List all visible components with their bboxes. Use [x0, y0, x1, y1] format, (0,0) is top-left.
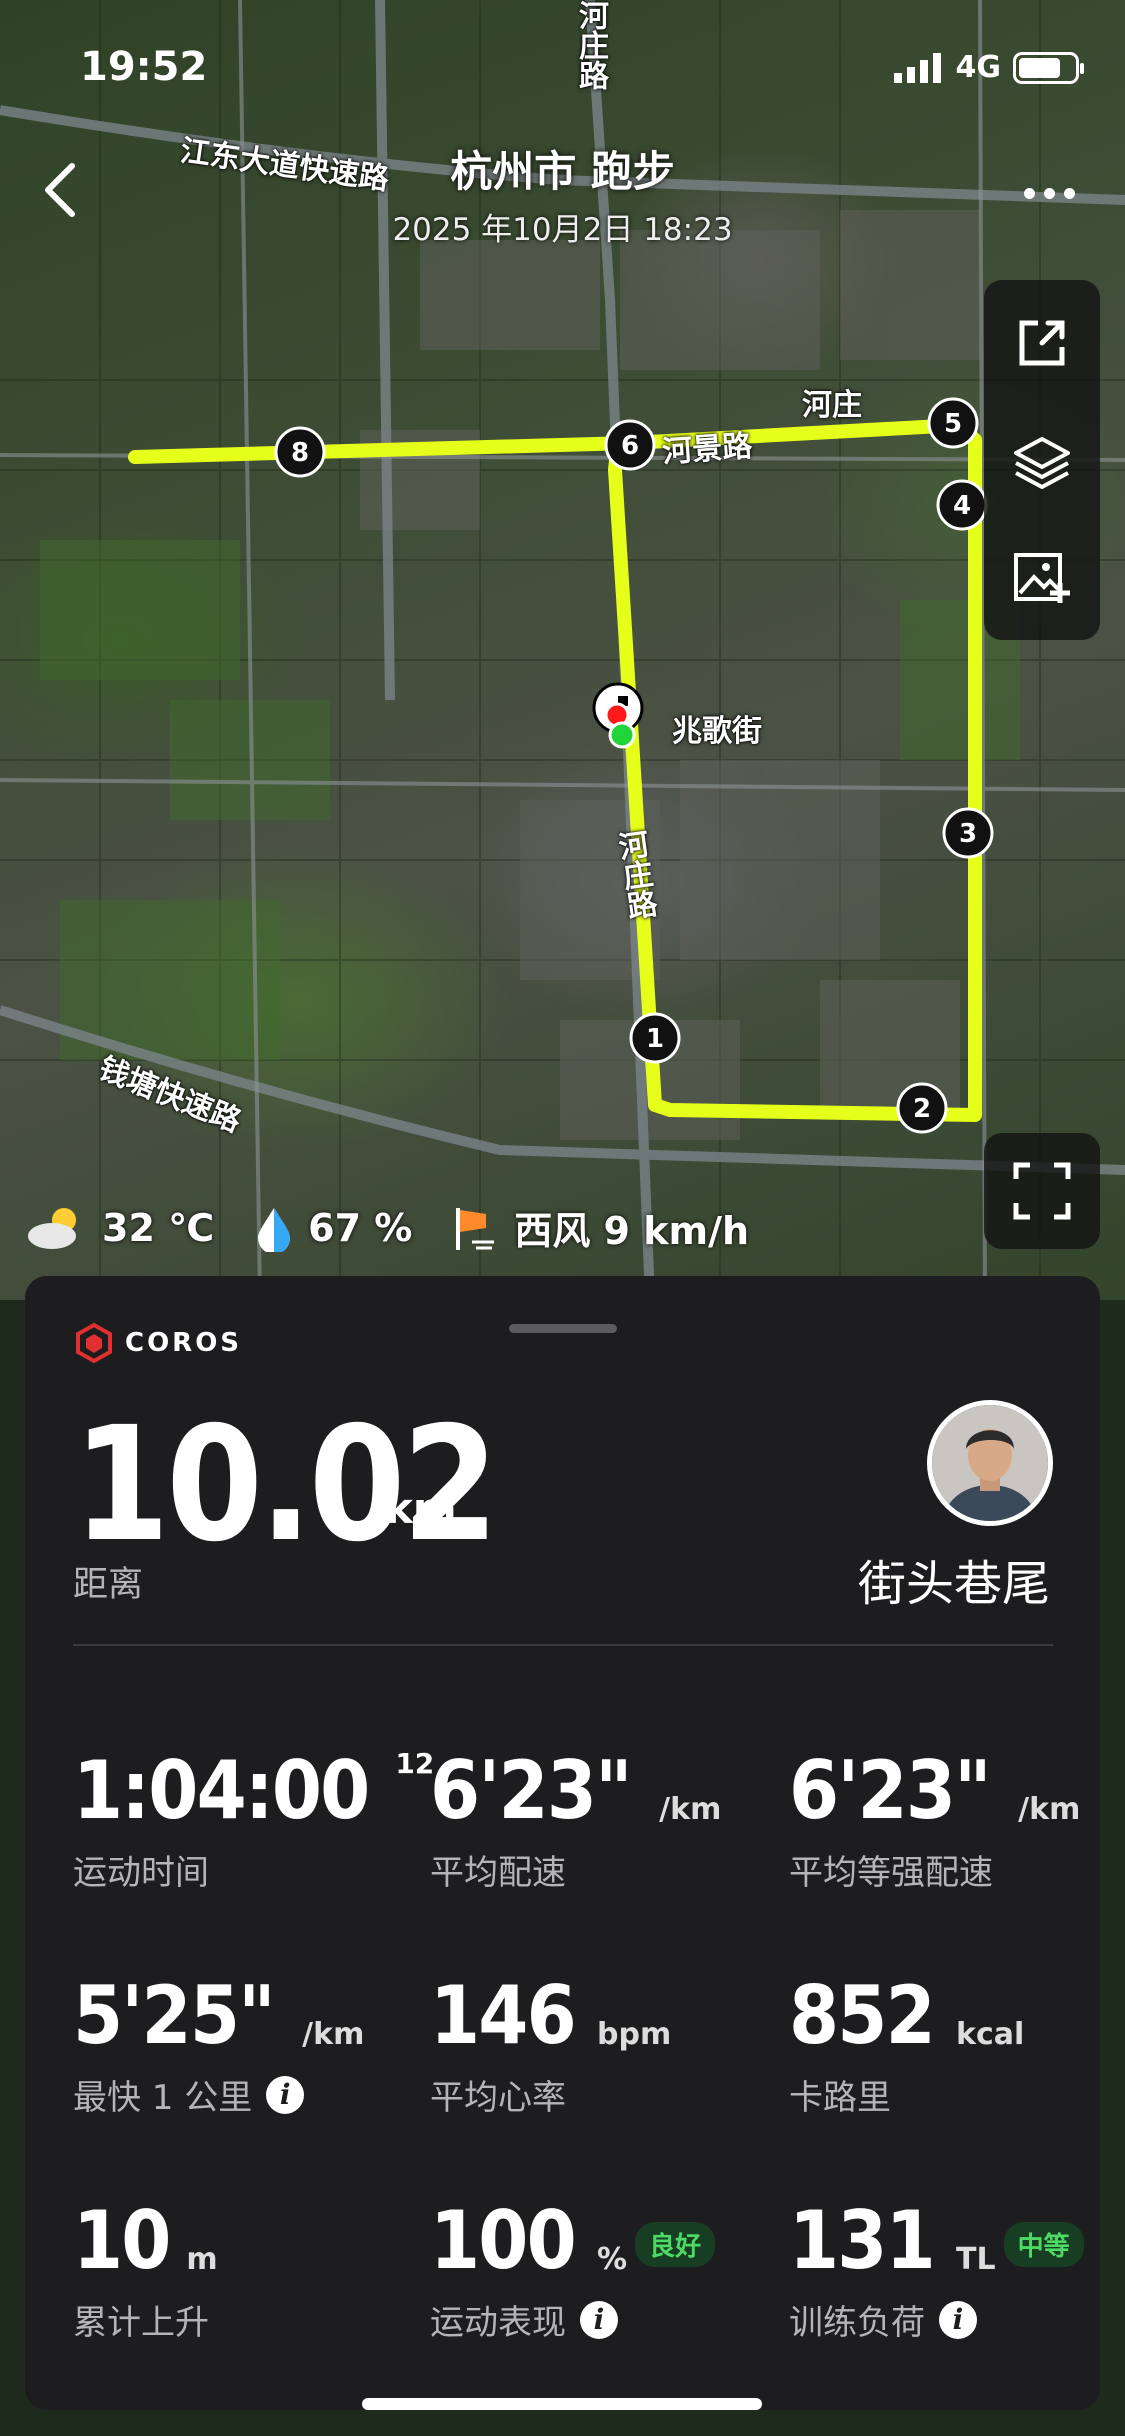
stat-unit: /km — [302, 2017, 365, 2052]
temperature: 32 ℃ — [102, 1205, 215, 1250]
layers-button[interactable] — [984, 406, 1100, 516]
share-icon — [1019, 320, 1065, 366]
stat-label: 运动时间 — [73, 1853, 209, 1893]
stat-item: 5'25" /km 最快 1 公里 i — [73, 1966, 364, 2119]
signal-icon — [893, 52, 941, 83]
info-icon[interactable]: i — [939, 2300, 977, 2339]
km-marker[interactable]: 6 — [604, 419, 656, 471]
partly-cloudy-icon — [28, 1207, 76, 1249]
km-marker-label: 1 — [646, 1024, 664, 1054]
km-marker-label: 2 — [913, 1094, 931, 1124]
stat-item: 6'23" /km 平均配速 — [430, 1741, 721, 1894]
drag-handle[interactable] — [509, 1324, 617, 1333]
stat-value: 6'23" — [430, 1744, 633, 1837]
stat-label: 平均配速 — [430, 1853, 566, 1893]
km-marker[interactable]: 3 — [942, 807, 994, 859]
fullscreen-button[interactable] — [984, 1133, 1100, 1249]
km-marker-label: 6 — [621, 431, 639, 461]
username[interactable]: 街头巷尾 — [858, 1544, 1050, 1614]
stat-item: 852 kcal 卡路里 — [789, 1966, 1024, 2119]
stat-unit: TL — [956, 2242, 996, 2277]
km-marker[interactable]: 8 — [274, 426, 326, 478]
wind: 西风 9 km/h — [514, 1209, 750, 1253]
start-marker — [608, 721, 636, 749]
stat-value: 1:04:00 — [73, 1744, 370, 1837]
activity-summary-card[interactable]: COROS 10.02 km 距离 街头巷尾 1:04:00 12 运动时间 6'23… — [25, 1276, 1100, 2410]
stat-label: 训练负荷 — [789, 2303, 925, 2343]
stat-value-fraction: 12 — [395, 1747, 435, 1780]
distance-label: 距离 — [73, 1565, 144, 1605]
km-marker[interactable]: 1 — [629, 1012, 681, 1064]
route-map[interactable]: 1234568 江东大道快速路 河庄路 河庄 河景路 兆歌街 河庄路 钱塘快速路… — [0, 0, 1125, 1300]
stat-item: 146 bpm 平均心率 — [430, 1966, 671, 2119]
add-photo-button[interactable] — [984, 522, 1100, 632]
home-indicator[interactable] — [362, 2398, 762, 2410]
page-title: 杭州市 跑步 — [450, 147, 675, 196]
user-avatar-icon — [932, 1405, 1048, 1521]
stat-value: 6'23" — [789, 1744, 992, 1837]
map-label-road: 兆歌街 — [672, 714, 762, 749]
stat-label: 最快 1 公里 — [73, 2078, 253, 2118]
humidity-icon — [258, 1207, 291, 1252]
map-label-place: 河庄 — [802, 388, 862, 423]
network-type: 4G — [955, 50, 1002, 85]
stat-item: 100% 良好运动表现 i — [430, 2191, 716, 2344]
stat-value: 146 — [430, 1969, 577, 2062]
add-photo-icon — [1014, 553, 1070, 603]
km-marker-label: 3 — [959, 819, 977, 849]
stat-unit: /km — [1018, 1792, 1081, 1827]
stat-value: 5'25" — [73, 1969, 276, 2062]
km-marker[interactable]: 5 — [927, 397, 979, 449]
map-label-road: 河庄路 — [573, 0, 608, 90]
fullscreen-icon — [1013, 1162, 1071, 1220]
stat-label: 平均等强配速 — [789, 1853, 993, 1893]
info-icon[interactable]: i — [266, 2075, 305, 2114]
stat-item: 1:04:00 12 运动时间 — [73, 1741, 434, 1894]
stat-rating-badge: 中等 — [1003, 2222, 1084, 2267]
status-indicators: 4G — [893, 50, 1084, 85]
layers-icon — [1014, 437, 1070, 489]
stat-value: 852 — [789, 1969, 936, 2062]
stat-value: 100 — [430, 2194, 577, 2287]
divider — [73, 1644, 1053, 1646]
stat-unit: /km — [659, 1792, 722, 1827]
stat-label: 累计上升 — [73, 2303, 209, 2343]
stat-unit: % — [597, 2242, 628, 2277]
km-marker-label: 5 — [944, 409, 962, 439]
share-button[interactable] — [984, 288, 1100, 398]
more-button[interactable] — [1024, 188, 1075, 199]
stat-unit: m — [186, 2242, 218, 2277]
info-icon[interactable]: i — [580, 2300, 618, 2339]
stat-value: 10 — [73, 2194, 171, 2287]
km-marker-label: 4 — [953, 491, 971, 521]
humidity: 67 % — [308, 1205, 413, 1250]
stat-unit: kcal — [956, 2017, 1025, 2052]
stat-item: 131 TL 中等训练负荷 i — [789, 2191, 1084, 2344]
stat-unit: bpm — [597, 2017, 672, 2052]
km-marker-label: 8 — [291, 438, 309, 468]
stat-item: 10 m 累计上升 — [73, 2191, 218, 2344]
stat-label: 卡路里 — [789, 2078, 891, 2118]
brand-logo: COROS — [73, 1322, 242, 1364]
distance-unit: km — [385, 1484, 457, 1533]
avatar[interactable] — [927, 1400, 1053, 1526]
map-tool-panel — [984, 280, 1100, 640]
stat-label: 运动表现 — [430, 2303, 566, 2343]
km-marker[interactable]: 4 — [936, 479, 988, 531]
map-label-road: 河景路 — [661, 428, 754, 471]
stat-item: 6'23" /km 平均等强配速 — [789, 1741, 1080, 1894]
wind-icon — [456, 1207, 495, 1250]
brand-name: COROS — [125, 1328, 243, 1358]
stat-value: 131 — [789, 2194, 936, 2287]
activity-datetime: 2025 年10月2日 18:23 — [392, 212, 733, 248]
battery-icon — [1013, 51, 1084, 84]
stat-rating-badge: 良好 — [635, 2222, 716, 2267]
weather-bar: 32 ℃ 67 % 西风 9 km/h — [24, 1200, 789, 1255]
km-marker[interactable]: 2 — [896, 1082, 948, 1134]
coros-logo-icon — [76, 1322, 112, 1364]
status-time: 19:52 — [80, 44, 208, 90]
stat-label: 平均心率 — [430, 2078, 566, 2118]
